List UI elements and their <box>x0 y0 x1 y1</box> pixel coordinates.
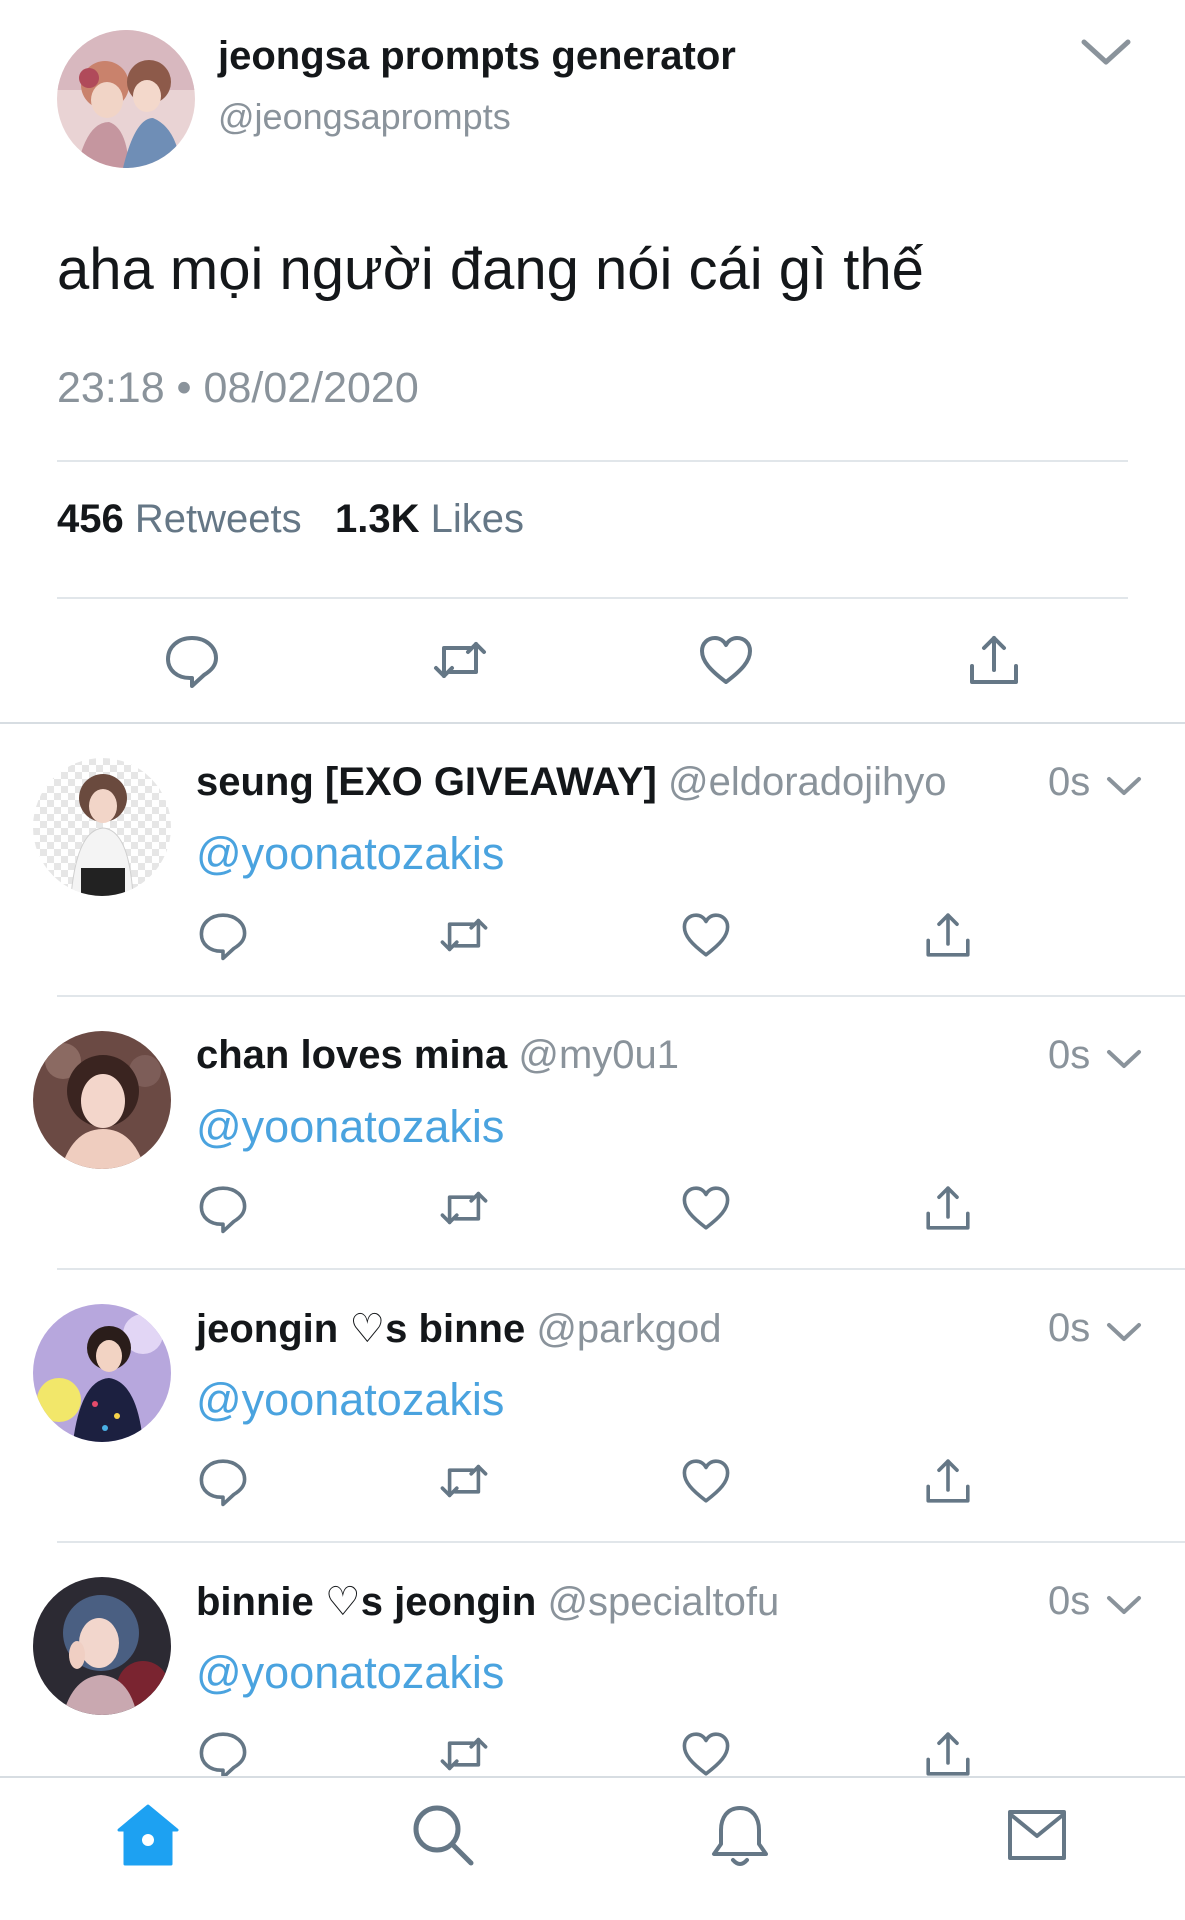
reply-mention[interactable]: @yoonatozakis <box>196 1374 504 1426</box>
reply-mention[interactable]: @yoonatozakis <box>196 828 504 880</box>
reply-icon[interactable] <box>162 630 222 690</box>
like-icon[interactable] <box>679 908 733 962</box>
reply-author-handle[interactable]: @eldoradojihyo <box>668 760 947 804</box>
chevron-down-icon[interactable] <box>1104 1591 1144 1619</box>
retweets-count[interactable]: 456 <box>57 497 124 541</box>
chevron-down-icon[interactable] <box>1104 1045 1144 1073</box>
reply-icon[interactable] <box>196 1727 250 1781</box>
reply-author-handle[interactable]: @specialtofu <box>547 1580 779 1624</box>
reply-tweet[interactable]: chan loves mina @my0u1 0s @yoonatozakis <box>0 997 1185 1270</box>
reply-header: seung [EXO GIVEAWAY] @eldoradojihyo <box>196 760 947 805</box>
home-icon[interactable] <box>113 1800 183 1870</box>
reply-icon[interactable] <box>196 1454 250 1508</box>
retweet-icon[interactable] <box>437 908 491 962</box>
author-handle[interactable]: @jeongsaprompts <box>218 96 511 138</box>
bottom-tab-bar <box>0 1776 1185 1920</box>
reply-icon[interactable] <box>196 908 250 962</box>
share-icon[interactable] <box>921 1454 975 1508</box>
like-icon[interactable] <box>679 1454 733 1508</box>
reply-avatar[interactable] <box>33 758 171 896</box>
divider <box>57 460 1128 462</box>
retweets-label[interactable]: Retweets <box>135 497 302 541</box>
tweet-stats: 456 Retweets 1.3K Likes <box>57 497 524 542</box>
reply-header: jeongin ♡s binne @parkgod <box>196 1306 721 1352</box>
reply-tweet[interactable]: seung [EXO GIVEAWAY] @eldoradojihyo 0s @… <box>0 724 1185 997</box>
divider <box>57 597 1128 599</box>
reply-header: binnie ♡s jeongin @specialtofu <box>196 1579 779 1625</box>
retweet-icon[interactable] <box>437 1454 491 1508</box>
reply-author-name[interactable]: chan loves mina <box>196 1033 507 1077</box>
chevron-down-icon[interactable] <box>1104 1318 1144 1346</box>
tweet-timestamp: 23:18 • 08/02/2020 <box>57 364 419 412</box>
like-icon[interactable] <box>679 1727 733 1781</box>
chevron-down-icon[interactable] <box>1104 772 1144 800</box>
search-icon[interactable] <box>408 1800 478 1870</box>
retweet-icon[interactable] <box>437 1181 491 1235</box>
author-name[interactable]: jeongsa prompts generator <box>218 34 736 79</box>
retweet-icon[interactable] <box>437 1727 491 1781</box>
reply-author-name[interactable]: binnie ♡s jeongin <box>196 1580 536 1624</box>
reply-icon[interactable] <box>196 1181 250 1235</box>
reply-author-name[interactable]: seung [EXO GIVEAWAY] <box>196 760 657 804</box>
chevron-down-icon[interactable] <box>1078 32 1134 72</box>
share-icon[interactable] <box>921 1181 975 1235</box>
retweet-icon[interactable] <box>430 630 490 690</box>
reply-time: 0s <box>1048 1579 1091 1623</box>
reply-tweet[interactable]: jeongin ♡s binne @parkgod 0s @yoonatozak… <box>0 1270 1185 1543</box>
reply-time: 0s <box>1048 1306 1091 1350</box>
notifications-icon[interactable] <box>705 1800 775 1870</box>
reply-header: chan loves mina @my0u1 <box>196 1033 679 1078</box>
share-icon[interactable] <box>921 908 975 962</box>
author-avatar[interactable] <box>57 30 195 168</box>
share-icon[interactable] <box>964 630 1024 690</box>
reply-avatar[interactable] <box>33 1577 171 1715</box>
reply-author-name[interactable]: jeongin ♡s binne <box>196 1307 525 1351</box>
reply-avatar[interactable] <box>33 1031 171 1169</box>
like-icon[interactable] <box>679 1181 733 1235</box>
reply-time: 0s <box>1048 1033 1091 1077</box>
reply-author-handle[interactable]: @parkgod <box>536 1307 721 1351</box>
messages-icon[interactable] <box>1002 1800 1072 1870</box>
reply-mention[interactable]: @yoonatozakis <box>196 1647 504 1699</box>
reply-avatar[interactable] <box>33 1304 171 1442</box>
share-icon[interactable] <box>921 1727 975 1781</box>
likes-label[interactable]: Likes <box>431 497 524 541</box>
reply-time: 0s <box>1048 760 1091 804</box>
tweet-text: aha mọi người đang nói cái gì thế <box>57 237 924 302</box>
likes-count[interactable]: 1.3K <box>335 497 420 541</box>
reply-mention[interactable]: @yoonatozakis <box>196 1101 504 1153</box>
like-icon[interactable] <box>696 630 756 690</box>
reply-author-handle[interactable]: @my0u1 <box>518 1033 679 1077</box>
